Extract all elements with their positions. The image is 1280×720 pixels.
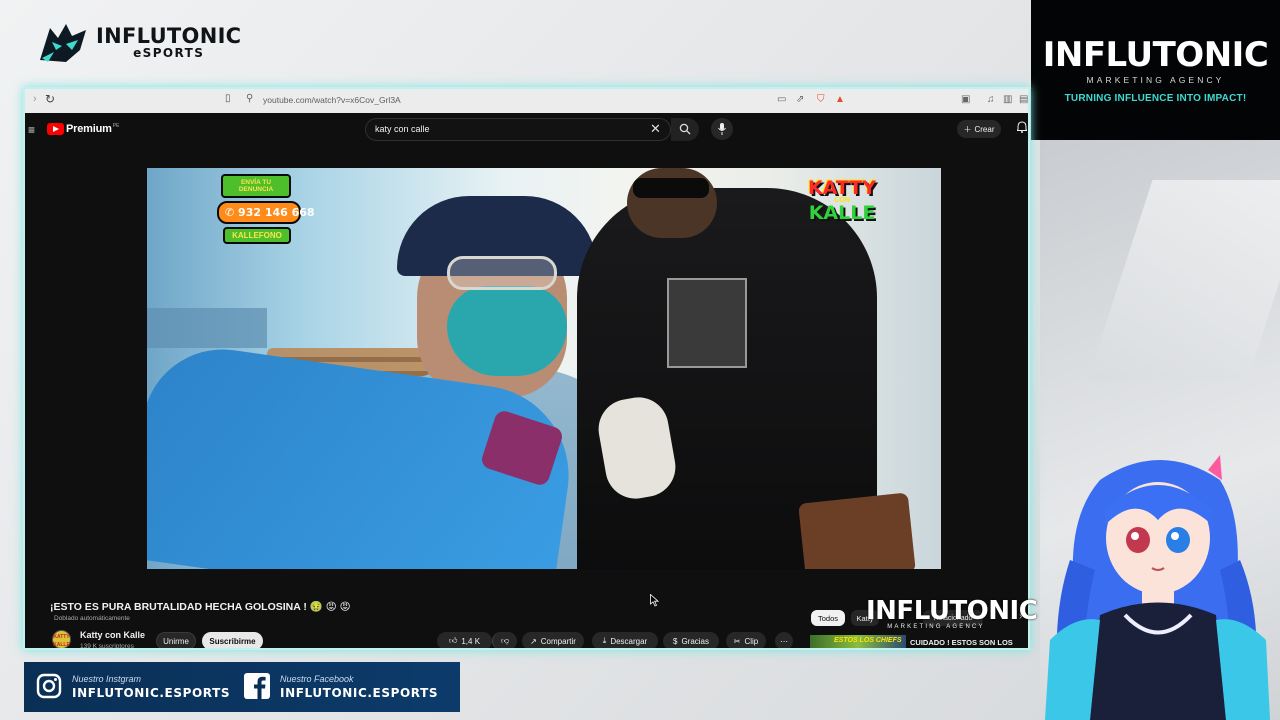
tab-search-icon[interactable]: ▣	[961, 94, 970, 105]
search-query: katy con calle	[375, 124, 430, 134]
create-button[interactable]: ＋ Crear	[957, 120, 1001, 138]
esports-logo-line2: eSPORTS	[133, 46, 205, 60]
facebook-icon	[244, 673, 270, 699]
social-banner: Nuestro Instgram INFLUTONIC.ESPORTS Nues…	[24, 662, 460, 712]
watermark-brand: INFLUTONIC	[866, 596, 1038, 626]
video-channel-logo: KATTY CON KALLE	[802, 177, 882, 224]
reload-icon[interactable]: ↻	[45, 92, 55, 106]
video-logo-line1: KATTY	[807, 177, 877, 199]
agency-panel: INFLUTONIC MARKETING AGENCY TURNING INFL…	[1031, 0, 1280, 140]
phone-icon: ✆	[225, 206, 239, 219]
search-input[interactable]: katy con calle ✕	[365, 118, 671, 141]
esports-logo-text: INFLUTONIC eSPORTS	[96, 24, 242, 61]
download-label: Descargar	[610, 636, 648, 646]
subscriber-count: 139 K suscriptores	[80, 643, 134, 650]
recommended-thumbnail-text: ESTOS LOS CHIEFS	[834, 637, 902, 644]
notifications-bell-icon[interactable]	[1017, 121, 1027, 133]
more-icon: ⋯	[780, 636, 788, 646]
thanks-button[interactable]: $ Gracias	[663, 632, 719, 648]
share-icon: ↗	[530, 636, 537, 646]
agency-brand: INFLUTONIC	[1042, 34, 1269, 75]
window-icon[interactable]: ▤	[1019, 94, 1028, 105]
sidebar-icon[interactable]: ▥	[1003, 94, 1012, 105]
like-button[interactable]: 👍︎ 1,4 K	[437, 632, 492, 648]
rewards-icon[interactable]: ▲	[835, 94, 845, 105]
instagram-caption: Nuestro Instgram	[72, 674, 142, 684]
super-thanks-icon: $	[672, 636, 678, 646]
voice-search-button[interactable]	[711, 118, 733, 140]
esports-logo: INFLUTONIC eSPORTS	[36, 20, 241, 66]
download-icon: ⤓	[602, 636, 607, 645]
hotline-line3: KALLEFONO	[223, 227, 291, 244]
esports-logo-line1: INFLUTONIC	[96, 24, 242, 48]
agency-watermark: INFLUTONIC MARKETING AGENCY	[866, 596, 1038, 630]
create-label: Crear	[974, 124, 995, 134]
microphone-icon	[718, 123, 726, 135]
thumbs-down-icon: 👎︎	[500, 636, 510, 645]
clip-label: Clip	[744, 636, 759, 646]
hotline-phone-number: 932 146 668	[238, 206, 315, 219]
plus-icon: ＋	[963, 124, 972, 134]
like-count: 1,4 K	[461, 636, 481, 646]
bookmark-icon[interactable]: ▯	[225, 93, 231, 104]
video-scene-vest-patch	[667, 278, 747, 368]
subscribe-button[interactable]: Suscribirme	[202, 632, 263, 648]
video-hotline-badge: ENVÍA TU DENUNCIA ✆ 932 146 668 KALLEFON…	[217, 174, 315, 244]
youtube-logo-word: Premium	[66, 123, 112, 135]
channel-name[interactable]: Katty con Kalle	[80, 630, 145, 640]
browser-toolbar: › ↻ ▯ ⚲ youtube.com/watch?v=x6Cov_Grl3A …	[25, 89, 1028, 113]
share-page-icon[interactable]: ⇗	[796, 94, 804, 105]
youtube-header: ≡ Premium PE katy con calle ✕ ＋ Crear	[25, 113, 1028, 147]
recommended-thumbnail[interactable]: ESTOS LOS CHIEFS	[810, 635, 906, 648]
facebook-handle: INFLUTONIC.ESPORTS	[280, 686, 439, 700]
channel-avatar[interactable]: KATTY KALLE	[52, 630, 71, 648]
dislike-button[interactable]: 👎︎	[492, 632, 517, 648]
instagram-handle: INFLUTONIC.ESPORTS	[72, 686, 231, 700]
mouse-cursor-icon	[650, 594, 659, 607]
download-button[interactable]: ⤓ Descargar	[592, 632, 658, 648]
recommended-title[interactable]: CUIDADO ! ESTOS SON LOS	[910, 638, 1013, 647]
facebook-caption: Nuestro Facebook	[280, 674, 354, 684]
chip-all[interactable]: Todos	[811, 610, 845, 626]
hotline-phone: ✆ 932 146 668	[217, 201, 315, 224]
share-button[interactable]: ↗ Compartir	[522, 632, 584, 648]
search-icon	[679, 123, 691, 135]
video-scene-mask	[447, 286, 567, 376]
youtube-logo[interactable]: Premium PE	[47, 123, 119, 135]
clear-search-icon[interactable]: ✕	[650, 122, 661, 136]
join-button[interactable]: Unirme	[156, 632, 196, 648]
agency-tagline: TURNING INFLUENCE INTO IMPACT!	[1064, 92, 1247, 104]
address-bar[interactable]: youtube.com/watch?v=x6Cov_Grl3A	[263, 95, 401, 105]
clip-button[interactable]: ✂ Clip	[726, 632, 766, 648]
cast-icon[interactable]: ▭	[777, 94, 786, 105]
video-scene-sunglasses	[633, 178, 709, 198]
scissors-icon: ✂	[733, 636, 741, 646]
video-logo-line3: KALLE	[808, 202, 876, 224]
instagram-icon	[36, 673, 62, 699]
video-title: ¡ESTO ES PURA BRUTALIDAD HECHA GOLOSINA …	[50, 601, 351, 613]
menu-icon[interactable]: ≡	[28, 123, 35, 137]
hotline-line1: ENVÍA TU DENUNCIA	[221, 174, 291, 198]
thanks-label: Gracias	[681, 636, 709, 646]
auto-dub-tag: Doblado automáticamente	[54, 615, 130, 622]
site-info-icon[interactable]: ⚲	[246, 93, 253, 104]
media-icon[interactable]: ♫	[987, 94, 995, 105]
video-scene-shelf	[147, 308, 267, 348]
youtube-play-icon	[47, 123, 64, 135]
browser-window: › ↻ ▯ ⚲ youtube.com/watch?v=x6Cov_Grl3A …	[23, 87, 1030, 650]
brave-shield-icon[interactable]: ⛉	[817, 94, 825, 105]
video-scene-goggles	[447, 256, 557, 290]
video-scene-folder	[798, 492, 916, 569]
video-player[interactable]: ENVÍA TU DENUNCIA ✆ 932 146 668 KALLEFON…	[147, 168, 941, 569]
agency-subtitle: MARKETING AGENCY	[1086, 74, 1225, 85]
forward-icon[interactable]: ›	[33, 93, 37, 105]
more-actions-button[interactable]: ⋯	[775, 632, 793, 648]
share-label: Compartir	[540, 636, 576, 646]
youtube-region: PE	[112, 122, 120, 129]
wolf-logo-icon	[40, 24, 86, 62]
thumbs-up-icon: 👍︎	[448, 636, 458, 645]
vtuber-avatar	[1045, 455, 1270, 720]
search-button[interactable]	[671, 118, 699, 141]
